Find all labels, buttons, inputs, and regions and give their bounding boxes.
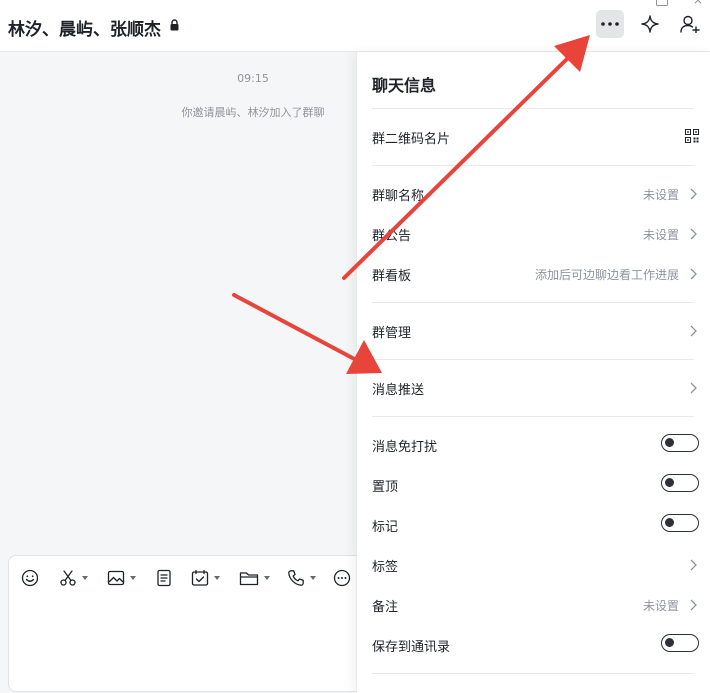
mark-toggle[interactable] bbox=[661, 514, 699, 532]
chevron-down-icon bbox=[130, 576, 136, 580]
row-label: 消息免打扰 bbox=[372, 440, 438, 455]
row-label: 群公告 bbox=[372, 229, 412, 244]
toggle-knob bbox=[665, 438, 674, 447]
phone-icon bbox=[288, 570, 304, 586]
save-contacts-toggle[interactable] bbox=[661, 634, 699, 652]
close-icon[interactable]: × bbox=[693, 0, 703, 6]
row-label: 标签 bbox=[372, 560, 399, 575]
panel-title: 聊天信息 bbox=[372, 76, 437, 95]
divider bbox=[372, 108, 694, 109]
chat-title: 林汐、晨屿、张顺杰 bbox=[8, 20, 161, 40]
pin-toggle[interactable] bbox=[661, 474, 699, 492]
row-label: 保存到通讯录 bbox=[372, 640, 451, 655]
sparkle-icon bbox=[641, 15, 659, 33]
add-member-button[interactable] bbox=[676, 10, 704, 38]
doc-button[interactable] bbox=[155, 568, 173, 588]
chevron-right-icon bbox=[690, 188, 697, 200]
row-label: 群二维码名片 bbox=[372, 132, 451, 147]
screenshot-button[interactable] bbox=[59, 568, 88, 588]
more-button[interactable] bbox=[596, 10, 624, 38]
divider bbox=[372, 673, 694, 674]
row-value: 未设置 bbox=[642, 228, 679, 242]
row-label: 标记 bbox=[372, 520, 399, 535]
row-pin: 置顶 bbox=[372, 472, 699, 498]
divider bbox=[372, 302, 694, 303]
row-note[interactable]: 备注 未设置 bbox=[372, 592, 699, 618]
row-label: 备注 bbox=[372, 600, 399, 615]
toggle-knob bbox=[665, 518, 674, 527]
emoji-button[interactable] bbox=[21, 568, 39, 588]
more-circle-icon bbox=[333, 569, 351, 587]
row-message-push[interactable]: 消息推送 bbox=[372, 375, 699, 401]
qr-code-icon bbox=[685, 129, 699, 143]
task-button[interactable] bbox=[191, 568, 220, 588]
folder-icon bbox=[239, 572, 259, 586]
more-icon bbox=[601, 22, 619, 26]
row-value: 未设置 bbox=[642, 599, 679, 613]
toggle-knob bbox=[665, 478, 674, 487]
row-label: 群看板 bbox=[372, 269, 412, 284]
chevron-right-icon bbox=[690, 559, 697, 571]
row-group-board[interactable]: 群看板 添加后可边聊边看工作进展 bbox=[372, 261, 699, 287]
row-do-not-disturb: 消息免打扰 bbox=[372, 432, 699, 458]
chevron-right-icon bbox=[690, 228, 697, 240]
row-label: 群管理 bbox=[372, 326, 412, 341]
row-save-contacts: 保存到通讯录 bbox=[372, 632, 699, 658]
lock-icon bbox=[170, 19, 179, 31]
chevron-right-icon bbox=[690, 599, 697, 611]
task-icon bbox=[191, 569, 209, 586]
call-button[interactable] bbox=[287, 568, 316, 588]
divider bbox=[372, 165, 694, 166]
scissors-icon bbox=[60, 570, 76, 586]
row-label: 消息推送 bbox=[372, 383, 425, 398]
image-button[interactable] bbox=[107, 568, 136, 588]
toggle-knob bbox=[665, 638, 674, 647]
chevron-right-icon bbox=[690, 382, 697, 394]
add-user-icon bbox=[680, 15, 700, 33]
row-group-manage[interactable]: 群管理 bbox=[372, 318, 699, 344]
chevron-right-icon bbox=[690, 325, 697, 337]
chevron-down-icon bbox=[264, 576, 270, 580]
row-tag[interactable]: 标签 bbox=[372, 552, 699, 578]
ai-assistant-button[interactable] bbox=[636, 10, 664, 38]
chevron-down-icon bbox=[82, 576, 88, 580]
row-label: 群聊名称 bbox=[372, 189, 425, 204]
row-group-name[interactable]: 群聊名称 未设置 bbox=[372, 181, 699, 207]
row-group-qr[interactable]: 群二维码名片 bbox=[372, 124, 699, 150]
doc-icon bbox=[157, 569, 171, 587]
row-value: 未设置 bbox=[642, 188, 679, 202]
chevron-down-icon bbox=[214, 576, 220, 580]
maximize-icon[interactable] bbox=[656, 0, 668, 6]
row-announcement[interactable]: 群公告 未设置 bbox=[372, 221, 699, 247]
chat-info-panel: 聊天信息 群二维码名片 群聊名称 未设置 群公告 未设置 群看板 添加后可边聊边… bbox=[356, 52, 710, 693]
more-tools-button[interactable] bbox=[333, 568, 351, 588]
file-button[interactable] bbox=[239, 568, 270, 588]
emoji-icon bbox=[21, 569, 39, 587]
divider bbox=[372, 359, 694, 360]
chevron-right-icon bbox=[690, 268, 697, 280]
image-icon bbox=[107, 570, 125, 586]
row-label: 置顶 bbox=[372, 480, 399, 495]
row-value: 添加后可边聊边看工作进展 bbox=[534, 268, 679, 282]
divider bbox=[372, 416, 694, 417]
do-not-disturb-toggle[interactable] bbox=[661, 434, 699, 452]
chevron-down-icon bbox=[310, 576, 316, 580]
row-mark: 标记 bbox=[372, 512, 699, 538]
chat-header: 林汐、晨屿、张顺杰 × bbox=[0, 0, 710, 52]
